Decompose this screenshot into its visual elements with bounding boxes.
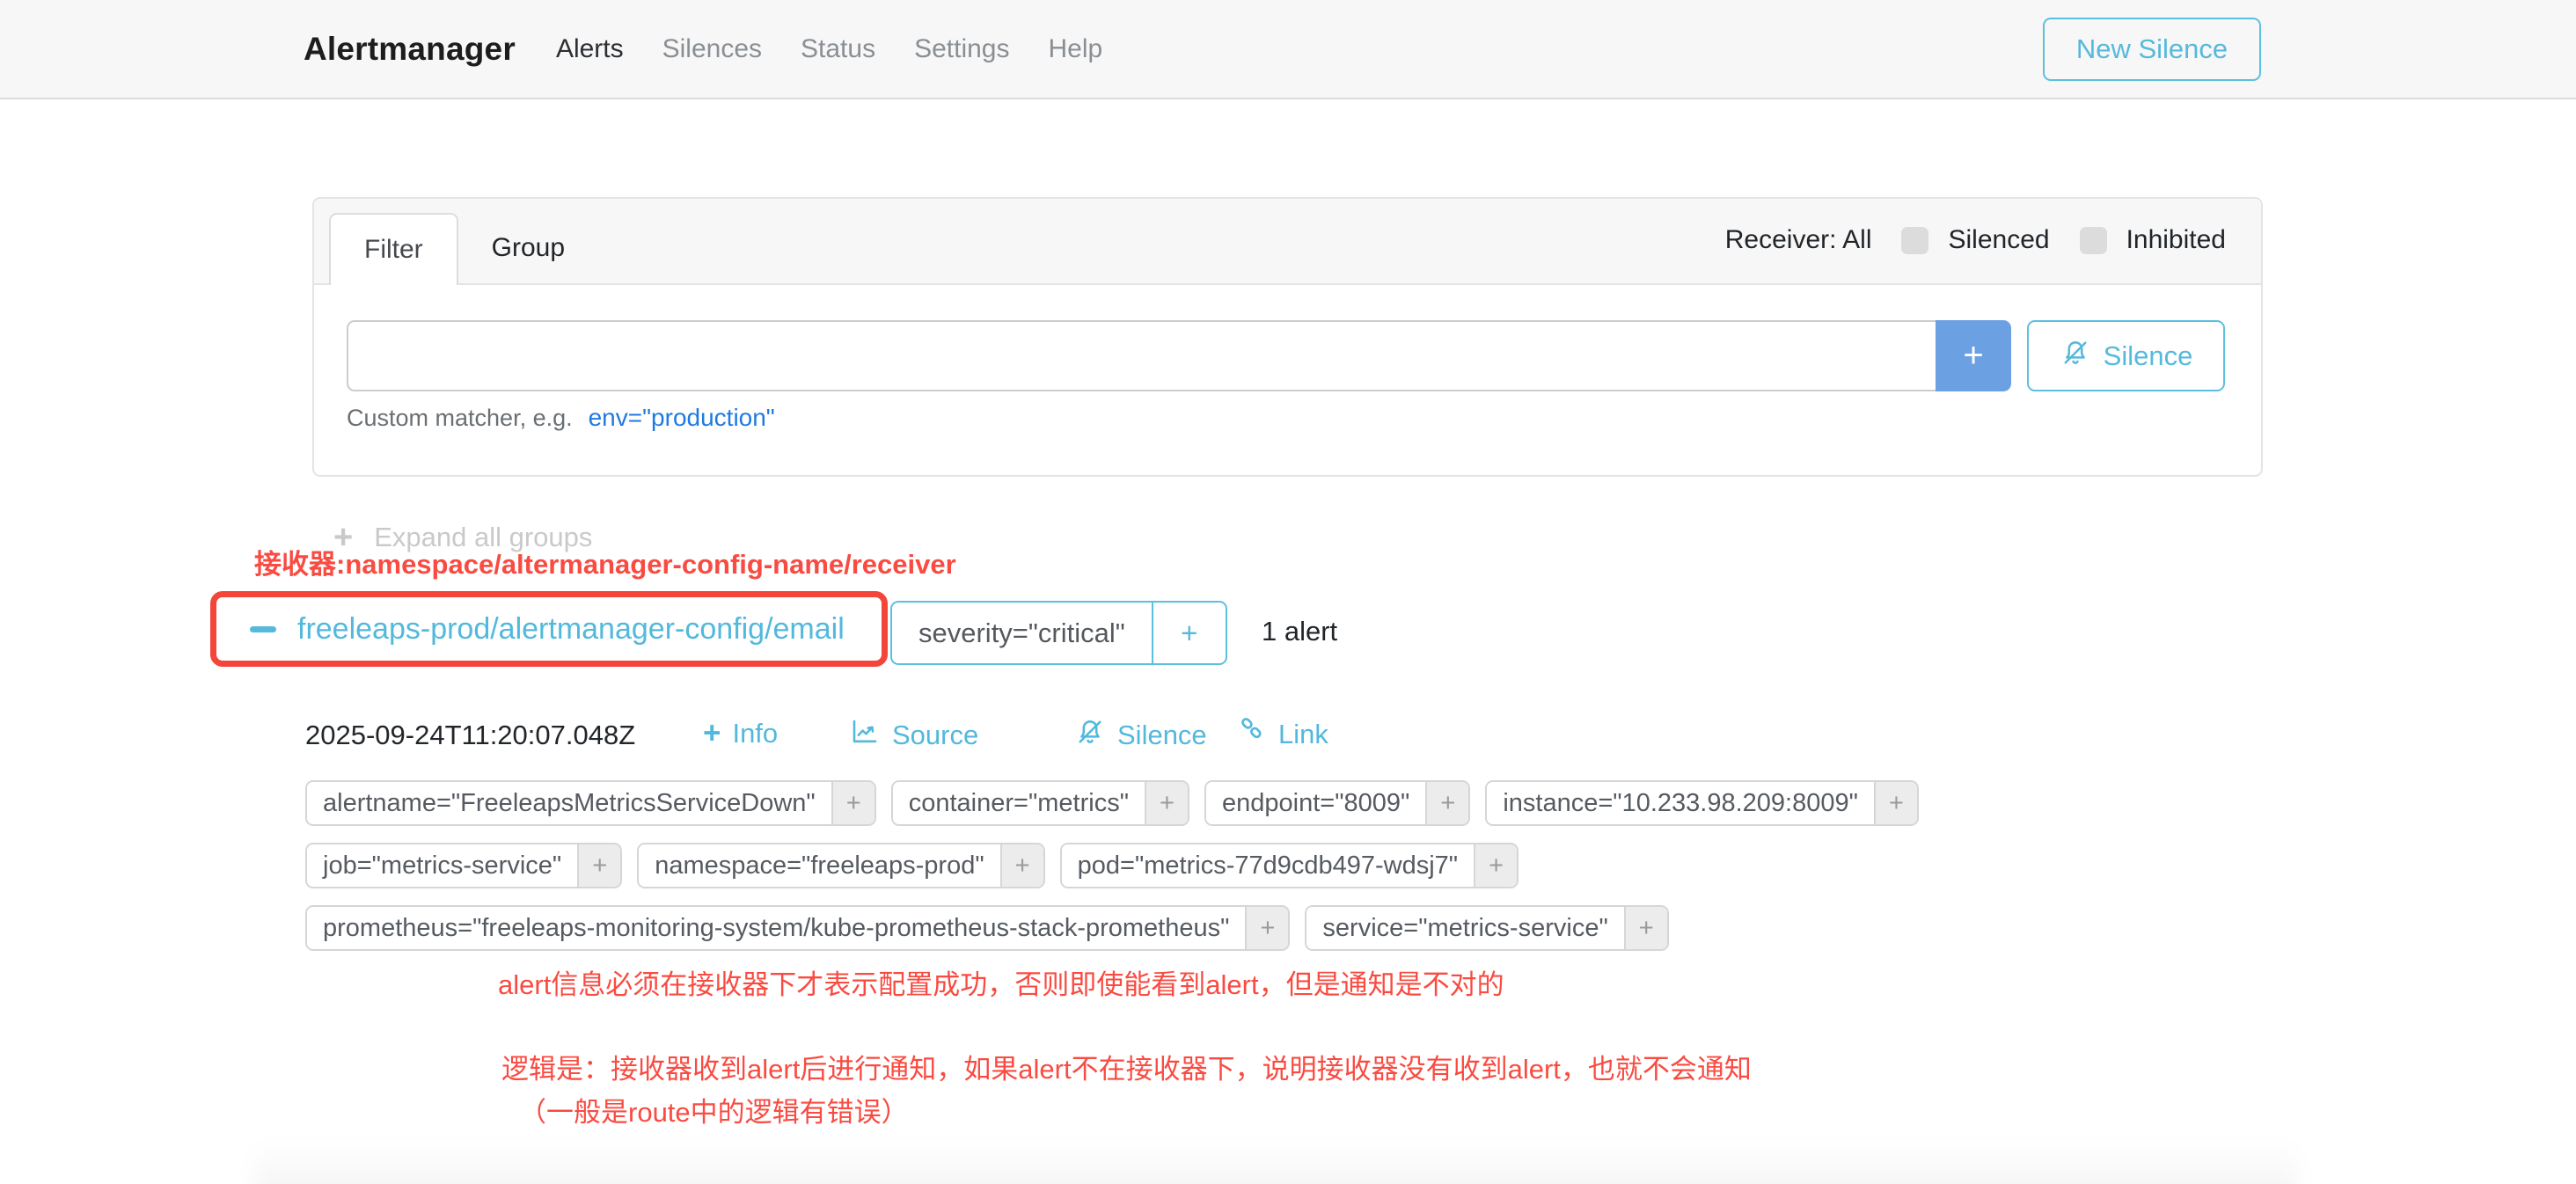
label-add-button[interactable]: +: [1425, 782, 1468, 824]
label-chip: container="metrics" +: [891, 780, 1189, 826]
label-add-button[interactable]: +: [1000, 844, 1043, 887]
alertmanager-page: Alertmanager Alerts Silences Status Sett…: [0, 0, 2576, 1184]
filter-panel-header: Filter Group Receiver: All Silenced Inhi…: [314, 199, 2261, 285]
label-text: prometheus="freeleaps-monitoring-system/…: [307, 907, 1245, 949]
tab-filter[interactable]: Filter: [329, 213, 458, 285]
annotation-highlight-box: freeleaps-prod/alertmanager-config/email: [210, 591, 888, 667]
label-text: alertname="FreeleapsMetricsServiceDown": [307, 782, 831, 824]
tab-group[interactable]: Group: [458, 213, 598, 283]
group-receiver-link[interactable]: freeleaps-prod/alertmanager-config/email: [297, 612, 845, 647]
chain-link-icon: [1237, 716, 1267, 753]
filter-options: Receiver: All Silenced Inhibited: [1725, 197, 2261, 283]
silence-action[interactable]: Silence: [1074, 716, 1207, 755]
alert-meta-row: 2025-09-24T11:20:07.048Z + Info Source: [305, 716, 1537, 755]
app-brand[interactable]: Alertmanager: [304, 31, 516, 68]
annotation-line-2: 逻辑是：接收器收到alert后进行通知，如果alert不在接收器下，说明接收器没…: [501, 1047, 1752, 1086]
source-action[interactable]: Source: [849, 716, 978, 755]
label-text: endpoint="8009": [1206, 782, 1425, 824]
label-text: service="metrics-service": [1306, 907, 1623, 949]
label-chip: job="metrics-service" +: [305, 843, 622, 888]
label-add-button[interactable]: +: [1145, 782, 1188, 824]
bell-slash-icon: [1074, 716, 1106, 755]
label-text: container="metrics": [893, 782, 1145, 824]
inhibited-filter: Inhibited: [2080, 225, 2226, 255]
nav-item-alerts[interactable]: Alerts: [556, 34, 624, 64]
inhibited-label: Inhibited: [2126, 225, 2226, 255]
source-action-label: Source: [892, 720, 978, 751]
info-action[interactable]: + Info: [703, 716, 778, 751]
label-add-button[interactable]: +: [577, 844, 620, 887]
label-chip: endpoint="8009" +: [1204, 780, 1470, 826]
plus-icon: +: [703, 716, 721, 751]
nav-item-silences[interactable]: Silences: [662, 34, 762, 64]
collapse-group-icon[interactable]: [250, 626, 276, 632]
group-matcher-add-button[interactable]: +: [1152, 603, 1226, 663]
top-navbar: Alertmanager Alerts Silences Status Sett…: [0, 0, 2576, 99]
nav-item-status[interactable]: Status: [801, 34, 875, 64]
alert-timestamp: 2025-09-24T11:20:07.048Z: [305, 720, 635, 751]
bell-slash-icon: [2060, 337, 2091, 376]
silence-filter-button[interactable]: Silence: [2027, 320, 2225, 391]
inhibited-checkbox[interactable]: [2080, 227, 2107, 254]
annotation-line-3: （一般是route中的逻辑有错误）: [519, 1090, 909, 1129]
nav-item-help[interactable]: Help: [1049, 34, 1103, 64]
silenced-label: Silenced: [1948, 225, 2049, 255]
hint-example-link[interactable]: env="production": [589, 404, 775, 432]
label-text: pod="metrics-77d9cdb497-wdsj7": [1062, 844, 1474, 887]
group-matcher-text: severity="critical": [892, 603, 1152, 663]
label-add-button[interactable]: +: [1874, 782, 1917, 824]
receiver-filter[interactable]: Receiver: All: [1725, 225, 1872, 255]
nav-item-settings[interactable]: Settings: [914, 34, 1009, 64]
info-action-label: Info: [732, 718, 778, 749]
label-row: alertname="FreeleapsMetricsServiceDown" …: [305, 780, 1919, 826]
filter-panel: Filter Group Receiver: All Silenced Inhi…: [312, 197, 2263, 477]
annotation-line-1: alert信息必须在接收器下才表示配置成功，否则即使能看到alert，但是通知是…: [498, 962, 1504, 1002]
link-action[interactable]: Link: [1237, 716, 1328, 753]
matcher-input[interactable]: [347, 320, 1936, 391]
label-chip: pod="metrics-77d9cdb497-wdsj7" +: [1060, 843, 1519, 888]
main-nav: Alerts Silences Status Settings Help: [556, 34, 1102, 64]
group-matcher-chip: severity="critical" +: [890, 601, 1227, 665]
label-text: instance="10.233.98.209:8009": [1487, 782, 1874, 824]
chart-line-icon: [849, 716, 881, 755]
annotation-receiver: 接收器:namespace/altermanager-config-name/r…: [254, 542, 956, 581]
silence-action-label: Silence: [1117, 720, 1207, 751]
label-text: namespace="freeleaps-prod": [639, 844, 999, 887]
add-matcher-button[interactable]: +: [1936, 320, 2011, 391]
label-chip: service="metrics-service" +: [1305, 905, 1668, 951]
silenced-checkbox[interactable]: [1901, 227, 1928, 254]
label-add-button[interactable]: +: [1624, 907, 1667, 949]
label-chip: alertname="FreeleapsMetricsServiceDown" …: [305, 780, 876, 826]
hint-text: Custom matcher, e.g.: [347, 405, 573, 432]
label-text: job="metrics-service": [307, 844, 577, 887]
matcher-hint: Custom matcher, e.g. env="production": [347, 404, 775, 432]
label-row: job="metrics-service" + namespace="freel…: [305, 843, 1519, 888]
bottom-shadow: [255, 1140, 2296, 1184]
alert-count: 1 alert: [1262, 616, 1337, 647]
label-chip: instance="10.233.98.209:8009" +: [1485, 780, 1919, 826]
label-add-button[interactable]: +: [1474, 844, 1517, 887]
silenced-filter: Silenced: [1901, 225, 2049, 255]
silence-filter-label: Silence: [2104, 340, 2193, 372]
new-silence-button[interactable]: New Silence: [2043, 18, 2261, 81]
link-action-label: Link: [1278, 719, 1328, 750]
label-row: prometheus="freeleaps-monitoring-system/…: [305, 905, 1669, 951]
label-chip: prometheus="freeleaps-monitoring-system/…: [305, 905, 1290, 951]
label-add-button[interactable]: +: [1245, 907, 1288, 949]
label-add-button[interactable]: +: [831, 782, 875, 824]
label-chip: namespace="freeleaps-prod" +: [637, 843, 1044, 888]
